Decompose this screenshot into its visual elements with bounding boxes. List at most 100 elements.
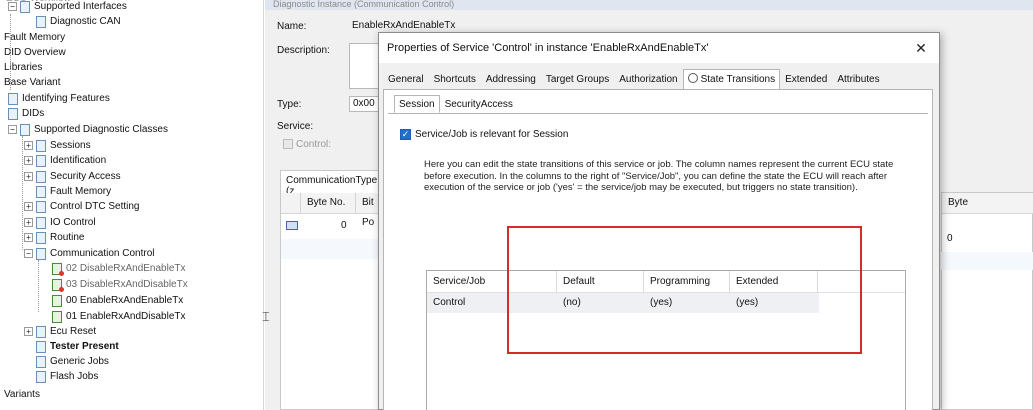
tree-item-label: Variants — [4, 389, 40, 400]
service-disabled-icon — [52, 262, 64, 276]
byte-no-header: Byte No. — [301, 193, 356, 214]
tree-item-label: Identification — [50, 155, 107, 166]
tree-item[interactable]: Variants — [4, 387, 40, 402]
tree-item-label: Identifying Features — [22, 93, 110, 104]
class-icon — [36, 355, 46, 368]
tree-item-label: 03 DisableRxAndDisableTx — [66, 279, 188, 290]
class-icon — [36, 170, 46, 183]
name-label: Name: — [277, 21, 307, 32]
form-title: Diagnostic Instance (Communication Contr… — [265, 0, 1033, 10]
tree-item-label: DID Overview — [4, 47, 66, 58]
tab-bar: General Shortcuts Addressing Target Groups A… — [383, 69, 885, 90]
tree-item[interactable]: DID Overview — [4, 45, 66, 60]
tree-item[interactable]: + Security Access — [24, 169, 121, 184]
tree-item[interactable]: + Identification — [24, 153, 106, 168]
tree-item[interactable]: DIDs — [8, 106, 44, 121]
class-icon — [36, 154, 46, 167]
tree-item[interactable]: Flash Jobs — [24, 369, 98, 384]
tree-item[interactable]: Tester Present — [24, 339, 119, 354]
class-icon — [36, 231, 46, 244]
tab-state-transitions[interactable]: State Transitions — [682, 69, 781, 90]
service-disabled-icon — [52, 278, 64, 292]
tree-item[interactable]: + Ecu Reset — [24, 324, 96, 339]
tab-addressing[interactable]: Addressing — [481, 69, 541, 89]
service-icon — [52, 310, 62, 323]
state-transitions-description: Here you can edit the state transitions … — [424, 159, 894, 193]
tree-item[interactable]: 02 DisableRxAndEnableTx — [40, 261, 186, 276]
collapse-icon[interactable]: − — [8, 2, 17, 11]
relevant-checkbox[interactable]: ✓ Service/Job is relevant for Session — [400, 129, 568, 140]
collapse-icon[interactable]: − — [8, 125, 17, 134]
dialog-title: Properties of Service 'Control' in insta… — [379, 33, 939, 63]
tree-item-label: Flash Jobs — [50, 371, 99, 382]
tree-item[interactable]: − Supported Diagnostic Classes — [8, 122, 168, 137]
subtab-securityaccess[interactable]: SecurityAccess — [440, 95, 518, 113]
tab-attributes[interactable]: Attributes — [832, 69, 884, 89]
tree-item[interactable]: + Sessions — [24, 138, 91, 153]
subtab-session[interactable]: Session — [394, 95, 440, 113]
tree-item[interactable]: 00 EnableRxAndEnableTx — [40, 293, 183, 308]
description-label: Description: — [277, 45, 330, 56]
tree-item[interactable]: Generic Jobs — [24, 354, 109, 369]
tree-item[interactable]: Fault Memory — [4, 30, 65, 45]
close-icon[interactable]: ✕ — [909, 33, 933, 63]
tree-item[interactable]: Identifying Features — [8, 91, 110, 106]
expand-icon[interactable]: + — [24, 327, 33, 336]
folder-icon — [8, 92, 18, 105]
tree-item[interactable]: − Communication Control — [24, 246, 155, 261]
collapse-icon[interactable]: − — [24, 249, 33, 258]
tree-item-label: Tester Present — [50, 341, 119, 352]
tab-general[interactable]: General — [383, 69, 429, 89]
expand-icon[interactable]: + — [24, 156, 33, 165]
folder-icon — [8, 107, 18, 120]
class-icon — [36, 185, 46, 198]
tree-item[interactable]: Diagnostic CAN — [24, 14, 121, 29]
tree-item-label: Diagnostic CAN — [50, 16, 121, 27]
class-icon — [36, 216, 46, 229]
checkbox-checked-icon: ✓ — [400, 129, 411, 140]
tree-item-label: Supported Interfaces — [34, 1, 127, 12]
tree-item-label: Base Variant — [4, 77, 61, 88]
mouse-cursor-icon: ⌶ — [262, 309, 270, 324]
highlight-box — [507, 226, 862, 354]
type-field[interactable]: 0x00 — [349, 96, 379, 112]
class-icon — [36, 340, 46, 353]
tree-item[interactable]: + Control DTC Setting — [24, 199, 139, 214]
subtab-bar: Session SecurityAccess — [394, 95, 518, 113]
folder-icon — [20, 0, 30, 13]
tab-extended[interactable]: Extended — [780, 69, 832, 89]
expand-icon[interactable]: + — [24, 218, 33, 227]
expand-icon[interactable]: + — [24, 202, 33, 211]
tree-item-label: Generic Jobs — [50, 356, 109, 367]
class-icon — [36, 200, 46, 213]
state-transitions-icon — [687, 73, 698, 83]
expand-icon[interactable]: + — [24, 141, 33, 150]
interface-icon — [36, 15, 46, 28]
tree-item[interactable]: Fault Memory — [24, 184, 111, 199]
expand-icon[interactable]: + — [24, 172, 33, 181]
service-icon — [52, 294, 62, 307]
tree-item-label: IO Control — [50, 217, 96, 228]
expand-icon[interactable]: + — [24, 233, 33, 242]
byte-value: 0 — [341, 220, 347, 231]
class-icon — [36, 370, 46, 383]
control-checkbox[interactable]: Control: — [283, 139, 331, 150]
tree-item-label: Fault Memory — [50, 186, 112, 197]
tree-item[interactable]: Base Variant — [4, 75, 61, 90]
tree-item[interactable]: + Routine — [24, 230, 84, 245]
project-tree[interactable]: ECU Workflow −Supported InterfacesDiagno… — [0, 0, 264, 410]
tree-item-label: Security Access — [50, 171, 121, 182]
tree-item[interactable]: − Supported Interfaces — [8, 0, 127, 14]
class-icon — [36, 139, 46, 152]
tab-target-groups[interactable]: Target Groups — [541, 69, 614, 89]
tree-item-label: 02 DisableRxAndEnableTx — [66, 263, 186, 274]
tab-shortcuts[interactable]: Shortcuts — [429, 69, 481, 89]
row-indicator-icon — [286, 221, 298, 230]
tree-item[interactable]: + IO Control — [24, 215, 96, 230]
tab-authorization[interactable]: Authorization — [614, 69, 682, 89]
description-field[interactable] — [349, 43, 379, 89]
class-icon — [36, 247, 46, 260]
tree-item[interactable]: 03 DisableRxAndDisableTx — [40, 277, 188, 292]
tree-item-label: 01 EnableRxAndDisableTx — [66, 311, 186, 322]
tree-item[interactable]: 01 EnableRxAndDisableTx — [40, 309, 186, 324]
